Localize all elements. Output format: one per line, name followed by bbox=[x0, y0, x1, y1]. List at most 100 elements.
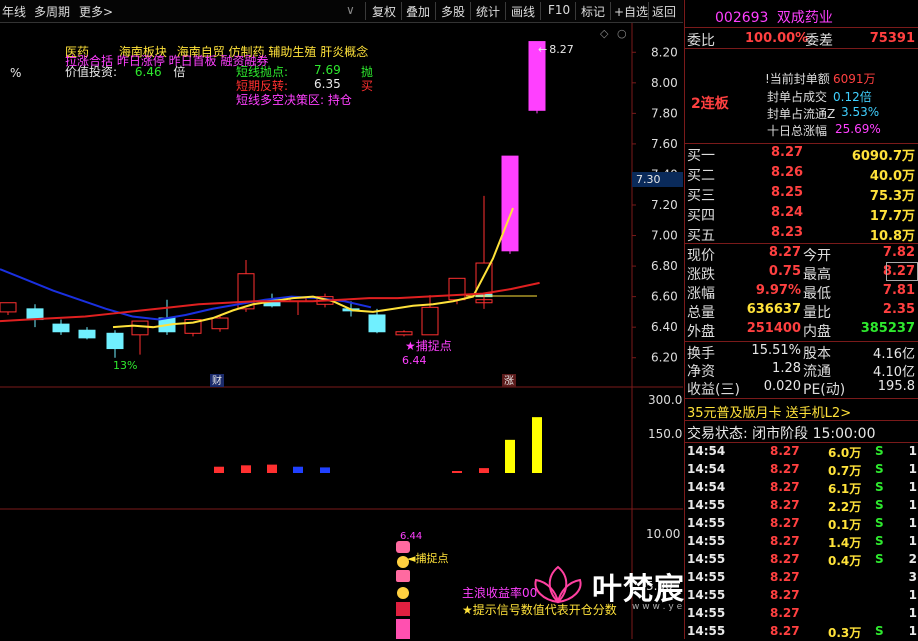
overlay-button[interactable]: 叠加 bbox=[406, 3, 430, 20]
trade-price: 8.27 bbox=[770, 534, 800, 548]
trade-status-value: 闭市阶段 15:00:00 bbox=[752, 426, 876, 442]
lotus-logo-icon bbox=[534, 565, 582, 604]
back-button[interactable]: 返回 bbox=[652, 3, 676, 20]
stock-header: 002693 双成药业 bbox=[715, 7, 833, 27]
bid-volume: 17.7万 bbox=[869, 209, 915, 224]
fund-label: 流通 bbox=[803, 364, 831, 380]
fund-value: 15.51% bbox=[751, 343, 801, 358]
stat-label: 量比 bbox=[803, 305, 831, 321]
draw-line-button[interactable]: 画线 bbox=[511, 3, 535, 20]
volume-bar bbox=[320, 467, 330, 473]
trade-price: 8.27 bbox=[770, 498, 800, 512]
restore-rights-button[interactable]: 复权 bbox=[372, 3, 396, 20]
stat-label: 最高 bbox=[803, 267, 831, 283]
trade-count: 1 bbox=[908, 480, 917, 494]
stat-label: 内盘 bbox=[803, 324, 831, 340]
seal-label: 封单占成交 bbox=[767, 90, 828, 104]
bid-label: 买二 bbox=[687, 168, 715, 184]
candle-body bbox=[78, 329, 96, 339]
tab-year-line[interactable]: 年线 bbox=[2, 3, 26, 20]
fund-value: 0.020 bbox=[763, 379, 801, 394]
trade-side: S bbox=[875, 444, 884, 458]
value-invest-number: 6.46 bbox=[134, 65, 162, 79]
price-tick: 6.60 bbox=[651, 290, 678, 304]
candle-body bbox=[211, 317, 229, 330]
volume-tick: 150.0 bbox=[648, 427, 682, 441]
trade-price: 8.27 bbox=[770, 570, 800, 584]
stat-label: 现价 bbox=[687, 248, 715, 264]
percent-sign: % bbox=[10, 66, 22, 80]
add-favorite-button[interactable]: +自选 bbox=[614, 3, 648, 20]
mark-button[interactable]: 标记 bbox=[581, 3, 605, 20]
trade-volume: 1.4万 bbox=[828, 536, 862, 550]
stat-label: 今开 bbox=[803, 248, 831, 264]
trade-price: 8.27 bbox=[770, 588, 800, 602]
badge-zhang[interactable]: 涨 bbox=[504, 375, 514, 387]
chevron-down-icon[interactable]: ∨ bbox=[346, 3, 355, 17]
stat-label: 涨幅 bbox=[687, 286, 715, 302]
trade-price: 8.27 bbox=[770, 624, 800, 638]
ma-line-yellow bbox=[112, 207, 514, 329]
multi-stock-button[interactable]: 多股 bbox=[441, 3, 465, 20]
fund-value: 4.16亿 bbox=[873, 347, 915, 362]
concept-tag[interactable]: 肝炎概念 bbox=[320, 45, 368, 59]
trade-price: 8.27 bbox=[770, 480, 800, 494]
signal-action: 买 bbox=[361, 79, 374, 93]
coin-icon bbox=[397, 587, 409, 599]
kline-chart[interactable]: 8.208.007.807.607.407.207.006.806.606.40… bbox=[0, 23, 683, 639]
tab-multi-period[interactable]: 多周期 bbox=[34, 3, 70, 20]
badge-cai[interactable]: 财 bbox=[212, 374, 222, 387]
weicha-value: 75391 bbox=[869, 31, 915, 46]
volume-bars bbox=[214, 417, 542, 473]
indicator-catch-label: ◄捕捉点 bbox=[407, 551, 448, 565]
seal-value: 6091万 bbox=[833, 72, 876, 86]
trade-time: 14:55 bbox=[687, 516, 726, 530]
collapse-icon[interactable]: ◇ bbox=[600, 27, 609, 40]
trade-count: 1 bbox=[908, 498, 917, 512]
bid-volume: 40.0万 bbox=[869, 169, 915, 184]
weicha-label: 委差 bbox=[805, 33, 833, 49]
trade-volume: 2.2万 bbox=[828, 500, 862, 514]
stock-name: 双成药业 bbox=[776, 10, 833, 26]
trade-time: 14:55 bbox=[687, 588, 726, 602]
candle-body bbox=[395, 331, 413, 336]
seal-value: 0.12倍 bbox=[833, 90, 872, 104]
candle-body bbox=[52, 323, 70, 333]
trade-time: 14:54 bbox=[687, 462, 726, 476]
close-icon[interactable]: ○ bbox=[617, 27, 627, 40]
catch-point-value: 6.44 bbox=[402, 354, 427, 367]
bid-price: 8.26 bbox=[771, 165, 804, 180]
stat-value: 385237 bbox=[860, 321, 915, 336]
tab-more[interactable]: 更多> bbox=[79, 3, 113, 20]
trade-count: 1 bbox=[908, 624, 917, 638]
volume-bar bbox=[293, 466, 303, 473]
promo-link[interactable]: 35元普及版月卡 送手机L2> bbox=[687, 402, 851, 421]
stat-value: 0.75 bbox=[768, 264, 801, 279]
fund-label: 股本 bbox=[803, 346, 831, 362]
bid-price: 8.23 bbox=[771, 225, 804, 240]
concept-tag[interactable]: 辅助生殖 bbox=[268, 45, 316, 59]
stock-code: 002693 bbox=[715, 10, 769, 26]
trade-count: 3 bbox=[908, 570, 917, 584]
f10-button[interactable]: F10 bbox=[548, 3, 570, 17]
volume-bar bbox=[505, 439, 515, 473]
quote-panel: 002693 双成药业 委比 100.00% 委差 75391 2连板 !当前封… bbox=[684, 0, 918, 640]
diamond-icon bbox=[396, 602, 410, 616]
signal-decision: 短线多空决策区: 持仓 bbox=[236, 93, 352, 107]
bid-volume: 75.3万 bbox=[869, 189, 915, 204]
seal-value: 25.69% bbox=[835, 122, 881, 136]
webi-value: 100.00% bbox=[745, 31, 809, 46]
candle-body bbox=[501, 155, 519, 252]
bid-label: 买五 bbox=[687, 228, 715, 244]
bid-price: 8.25 bbox=[771, 185, 804, 200]
statistics-button[interactable]: 统计 bbox=[476, 3, 500, 20]
trade-time: 14:55 bbox=[687, 624, 726, 638]
value-invest-row: 价值投资: 6.46 倍 bbox=[65, 63, 185, 80]
trade-count: 1 bbox=[908, 606, 917, 620]
trade-side: S bbox=[875, 516, 884, 530]
trade-volume: 6.0万 bbox=[828, 446, 862, 460]
candle-body bbox=[421, 306, 439, 336]
candle-body bbox=[448, 277, 466, 301]
seal-value: 3.53% bbox=[841, 105, 880, 119]
value-invest-unit: 倍 bbox=[173, 65, 186, 79]
